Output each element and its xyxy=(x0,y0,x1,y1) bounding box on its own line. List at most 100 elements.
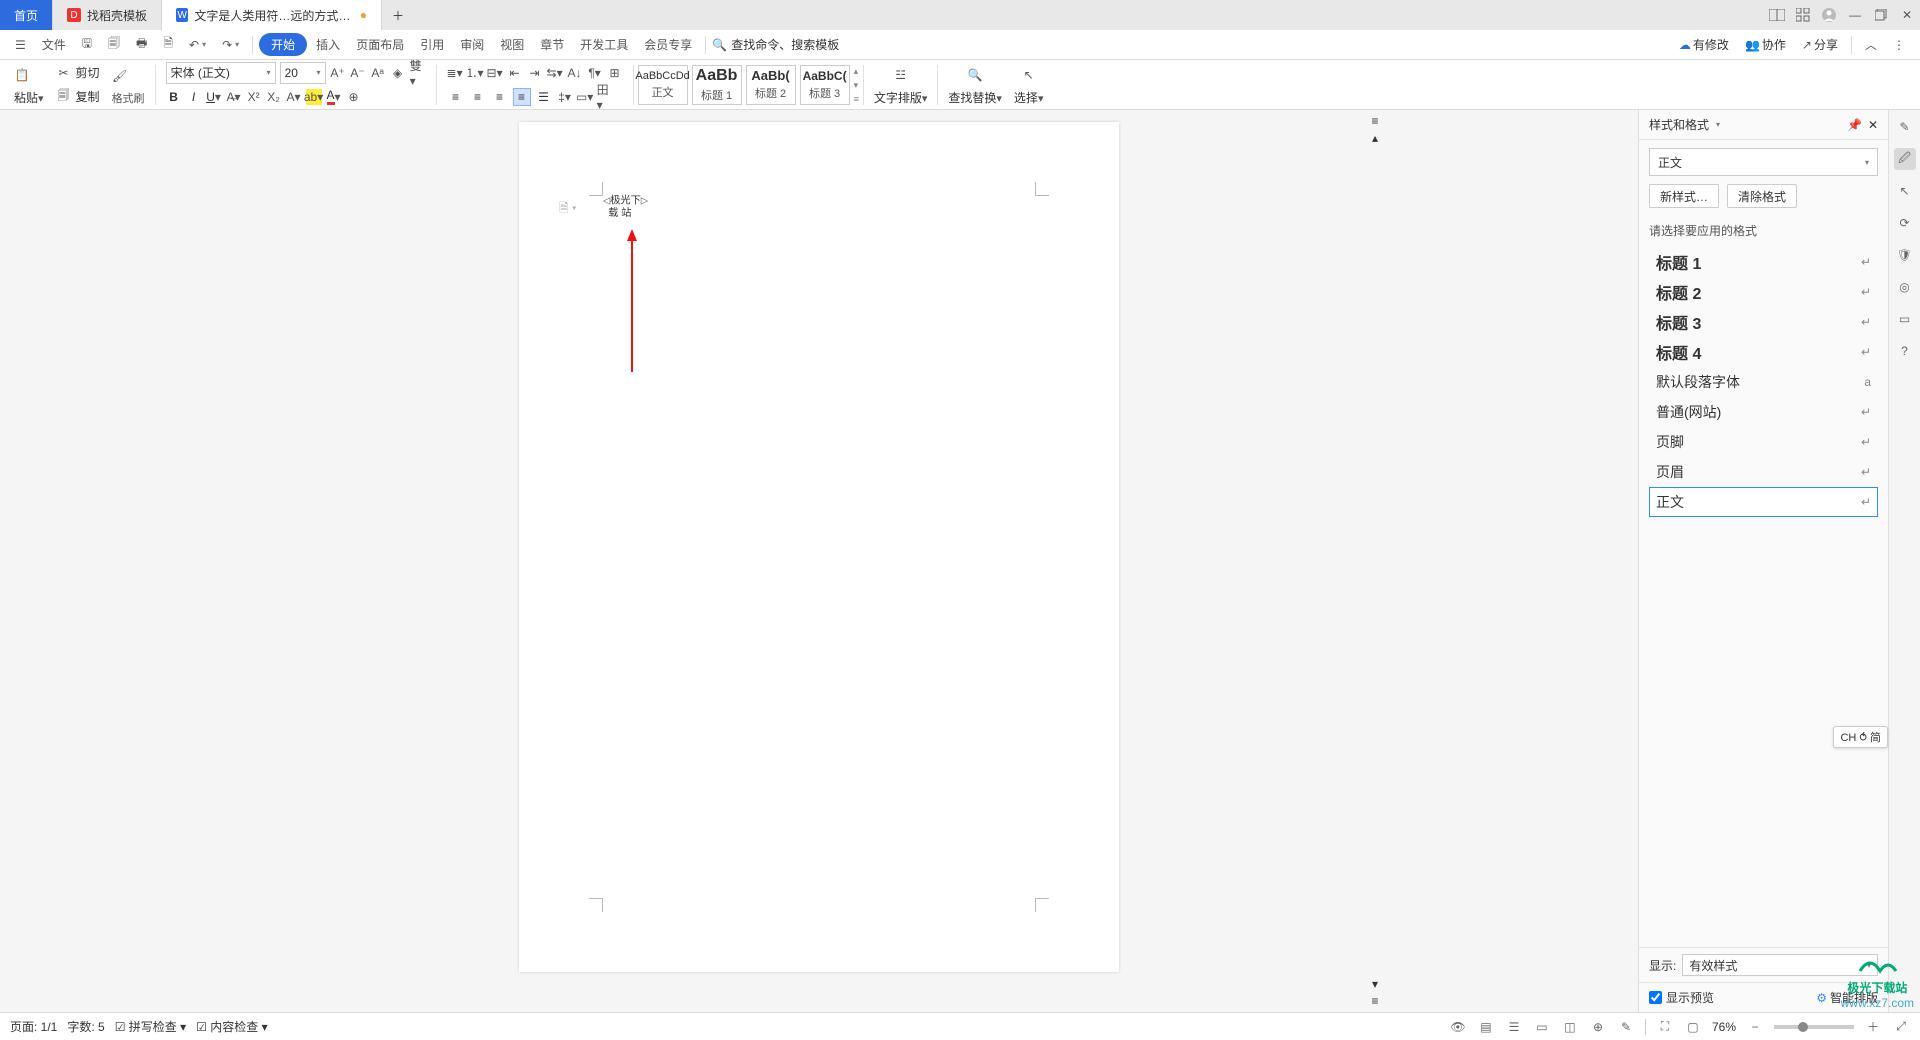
zoom-actual-icon[interactable]: ▢ xyxy=(1684,1018,1702,1036)
style-gallery-down[interactable]: ▾ xyxy=(854,80,859,91)
increase-indent-icon[interactable]: ⇥ xyxy=(527,65,543,81)
redo-button[interactable]: ↷▾ xyxy=(215,34,246,56)
style-row[interactable]: 页脚↵ xyxy=(1649,427,1878,457)
track-changes[interactable]: ☁ 有修改 xyxy=(1672,32,1736,57)
eye-icon[interactable]: 👁 xyxy=(1449,1018,1467,1036)
text-direction-icon[interactable]: ⇆▾ xyxy=(547,65,563,81)
more-menu-icon[interactable]: ⋮ xyxy=(1886,34,1912,56)
undo-button[interactable]: ↶▾ xyxy=(182,34,213,56)
document-area[interactable]: ≡▴ ▾≡ 🗎 ▾ ◁极光下▷ 载 站 xyxy=(0,110,1638,1012)
align-justify-button[interactable]: ≡ xyxy=(513,88,531,106)
save-icon[interactable]: 🖫 xyxy=(75,30,99,59)
number-list-icon[interactable]: ⒈▾ xyxy=(467,65,483,81)
superscript-button[interactable]: X² xyxy=(246,89,262,105)
spell-check-toggle[interactable]: ☑ 拼写检查 ▾ xyxy=(115,1018,186,1035)
menu-member[interactable]: 会员专享 xyxy=(637,32,699,57)
view-outline-icon[interactable]: ▤ xyxy=(1477,1018,1495,1036)
menu-sections[interactable]: 章节 xyxy=(533,32,571,57)
menu-insert[interactable]: 插入 xyxy=(309,32,347,57)
app-menu-icon[interactable]: ☰ xyxy=(8,34,33,56)
document-text[interactable]: ◁极光下▷ 载 站 xyxy=(603,194,648,220)
sidetool-location-icon[interactable]: ◎ xyxy=(1894,276,1916,298)
sidetool-select-icon[interactable]: ↖ xyxy=(1894,180,1916,202)
page[interactable]: 🗎 ▾ ◁极光下▷ 载 站 xyxy=(519,122,1119,972)
view-web-icon[interactable]: ☰ xyxy=(1505,1018,1523,1036)
layout-switch-icon[interactable] xyxy=(1764,0,1790,30)
user-avatar-icon[interactable] xyxy=(1816,0,1842,30)
menu-dev-tools[interactable]: 开发工具 xyxy=(573,32,635,57)
share-button[interactable]: ↗ 分享 xyxy=(1795,32,1845,57)
zoom-in-button[interactable]: ＋ xyxy=(1864,1018,1882,1036)
find-replace-button[interactable]: 🔍 查找替换▾ xyxy=(942,60,1008,110)
align-left-button[interactable]: ≡ xyxy=(447,88,465,106)
tabstop-icon[interactable]: ⊞ xyxy=(607,65,623,81)
sidetool-shield-icon[interactable]: 🛡 xyxy=(1894,244,1916,266)
zoom-out-button[interactable]: − xyxy=(1746,1018,1764,1036)
style-h1[interactable]: AaBb标题 1 xyxy=(692,65,742,105)
zoom-fit-icon[interactable]: ⛶ xyxy=(1656,1018,1674,1036)
align-distributed-button[interactable]: ☰ xyxy=(535,88,553,106)
paragraph-mark-icon[interactable]: ¶▾ xyxy=(587,65,603,81)
style-row[interactable]: 默认段落字体a xyxy=(1649,367,1878,397)
file-menu[interactable]: 文件 xyxy=(35,32,73,57)
sidetool-help-icon[interactable]: ? xyxy=(1894,340,1916,362)
style-gallery-more[interactable]: ≡ xyxy=(854,94,859,104)
tab-home[interactable]: 首页 xyxy=(0,0,53,30)
style-body[interactable]: AaBbCcDd正文 xyxy=(638,65,688,105)
sort-icon[interactable]: A↓ xyxy=(567,65,583,81)
command-search[interactable]: 🔍 查找命令、搜索模板 xyxy=(712,36,839,53)
sidetool-styles-icon[interactable]: 🖉 xyxy=(1894,148,1916,170)
style-row[interactable]: 标题 1↵ xyxy=(1649,247,1878,277)
page-indicator[interactable]: 页面: 1/1 xyxy=(10,1018,57,1035)
sidetool-brush-icon[interactable]: ✎ xyxy=(1894,116,1916,138)
zoom-slider[interactable] xyxy=(1774,1025,1854,1029)
menu-home[interactable]: 开始 xyxy=(259,33,307,56)
style-row[interactable]: 标题 3↵ xyxy=(1649,307,1878,337)
ime-indicator[interactable]: CH ⥀ 简 xyxy=(1833,726,1888,748)
word-count[interactable]: 字数: 5 xyxy=(67,1018,104,1035)
cut-button[interactable]: ✂剪切 xyxy=(56,61,100,85)
font-color-button[interactable]: A▾ xyxy=(326,89,342,105)
underline-button[interactable]: U▾ xyxy=(206,89,222,105)
shading-icon[interactable]: ▭▾ xyxy=(577,89,593,105)
borders-icon[interactable]: 田▾ xyxy=(597,89,613,105)
show-preview-checkbox[interactable]: 显示预览 xyxy=(1649,989,1714,1006)
maximize-button[interactable] xyxy=(1868,0,1894,30)
menu-page-layout[interactable]: 页面布局 xyxy=(349,32,411,57)
paste-button[interactable]: 粘贴▾ xyxy=(14,89,44,106)
new-tab-button[interactable]: ＋ xyxy=(382,0,414,30)
style-h2[interactable]: AaBb(标题 2 xyxy=(746,65,796,105)
select-button[interactable]: ↖ 选择▾ xyxy=(1008,60,1050,110)
tab-document[interactable]: W 文字是人类用符…远的方式和工具 ● xyxy=(162,0,382,30)
format-painter-button[interactable]: 格式刷 xyxy=(112,90,145,106)
menu-references[interactable]: 引用 xyxy=(413,32,451,57)
corner-expand-icon[interactable]: ⤢ xyxy=(1892,1018,1910,1036)
paragraph-handle-icon[interactable]: 🗎 ▾ xyxy=(559,199,576,220)
shrink-font-icon[interactable]: A⁻ xyxy=(350,65,366,81)
enclose-char-button[interactable]: ⊕ xyxy=(346,89,362,105)
apps-icon[interactable] xyxy=(1790,0,1816,30)
new-style-button[interactable]: 新样式… xyxy=(1649,184,1719,208)
text-effects-button[interactable]: A▾ xyxy=(286,89,302,105)
view-print-icon[interactable]: ◫ xyxy=(1561,1018,1579,1036)
view-focus-icon[interactable]: ✎ xyxy=(1617,1018,1635,1036)
close-button[interactable]: ✕ xyxy=(1894,0,1920,30)
print-preview-icon[interactable]: 🗐 xyxy=(101,30,127,59)
clear-format-button[interactable]: 清除格式 xyxy=(1727,184,1797,208)
decrease-indent-icon[interactable]: ⇤ xyxy=(507,65,523,81)
align-right-button[interactable]: ≡ xyxy=(491,88,509,106)
font-size-select[interactable]: 20▾ xyxy=(280,62,326,84)
text-layout-button[interactable]: ☳ 文字排版▾ xyxy=(868,60,934,110)
zoom-value[interactable]: 76% xyxy=(1712,1020,1736,1034)
collaborate-button[interactable]: 👥 协作 xyxy=(1738,32,1793,57)
clear-format-icon[interactable]: ◈ xyxy=(390,65,406,81)
print-icon[interactable]: 🖶 xyxy=(129,30,154,59)
strikethrough-button[interactable]: A̶▾ xyxy=(226,89,242,105)
multilevel-list-icon[interactable]: ⊟▾ xyxy=(487,65,503,81)
menu-review[interactable]: 审阅 xyxy=(453,32,491,57)
phonetic-icon[interactable]: 雙▾ xyxy=(410,65,426,81)
style-h3[interactable]: AaBbC(标题 3 xyxy=(800,65,850,105)
style-row[interactable]: 标题 4↵ xyxy=(1649,337,1878,367)
sidetool-book-icon[interactable]: ▭ xyxy=(1894,308,1916,330)
highlight-button[interactable]: ab▾ xyxy=(306,89,322,105)
